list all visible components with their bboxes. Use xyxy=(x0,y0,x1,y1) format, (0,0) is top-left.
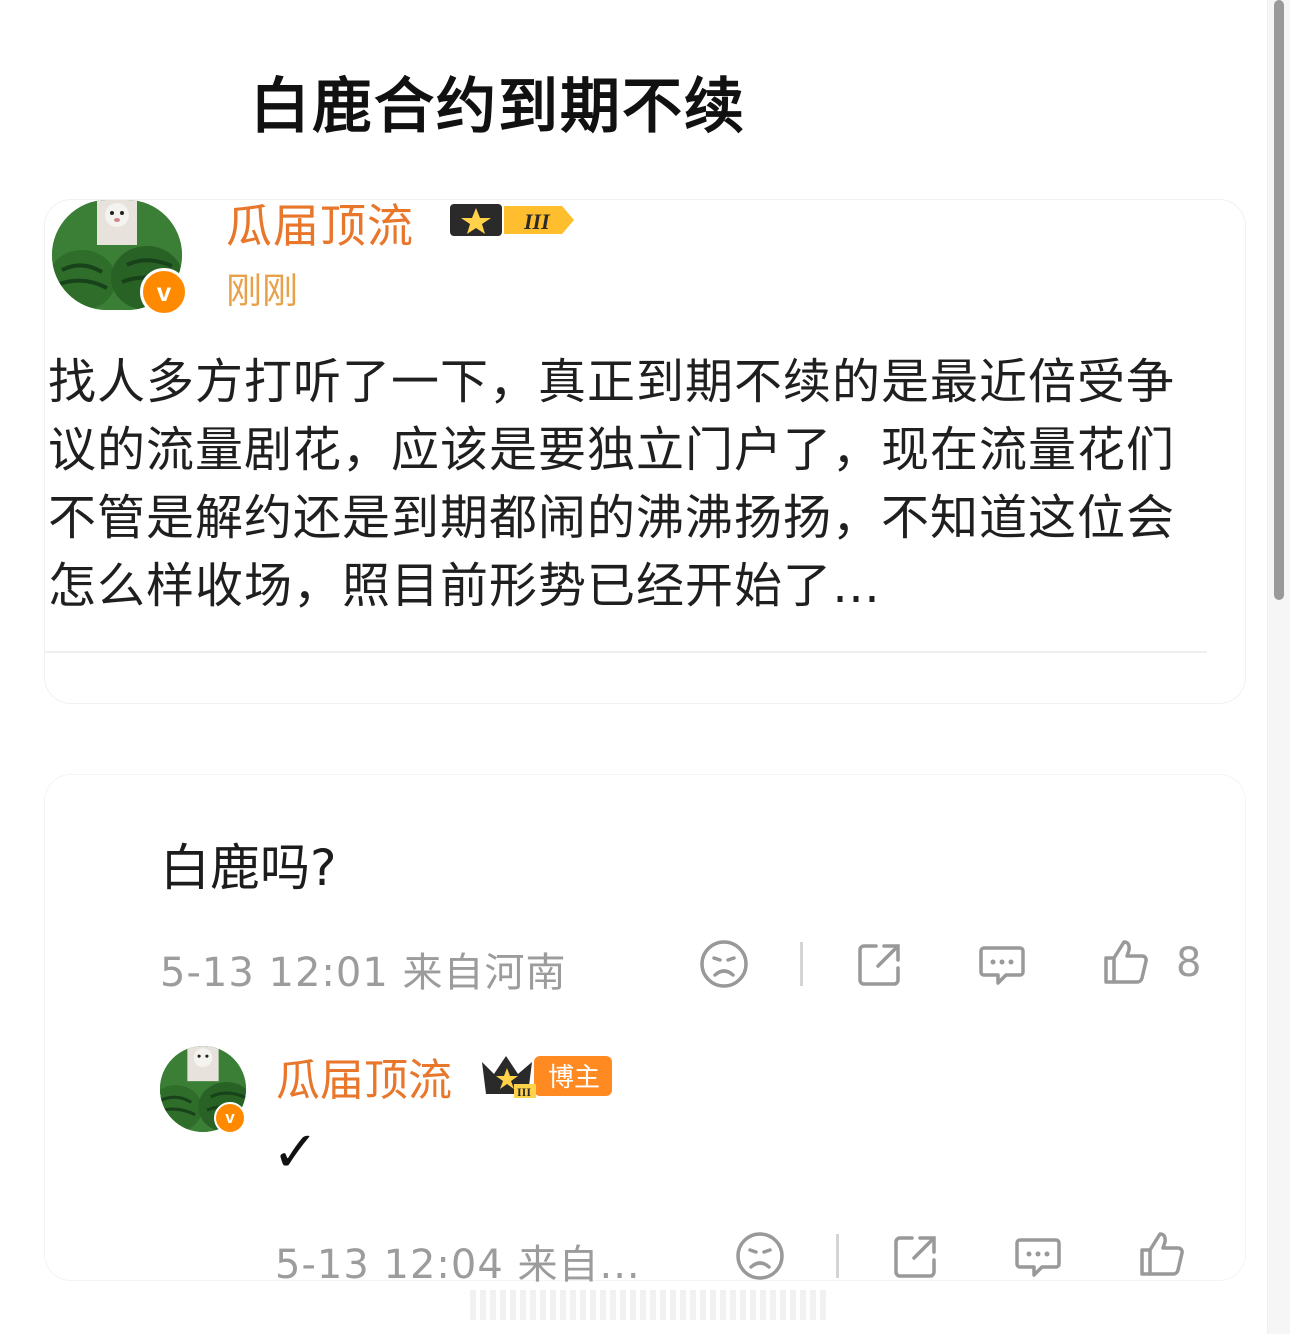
level-text: III xyxy=(523,209,551,234)
share-icon[interactable] xyxy=(890,1230,942,1282)
scrollbar-thumb[interactable] xyxy=(1274,0,1284,600)
blogger-badge-icon[interactable]: 博主 III xyxy=(478,1050,614,1100)
watermark-strip xyxy=(470,1290,830,1320)
blogger-badge-label: 博主 xyxy=(548,1063,600,1093)
level-badge-icon[interactable]: III xyxy=(450,200,580,240)
dislike-face-icon[interactable] xyxy=(734,1230,786,1282)
post-divider xyxy=(45,651,1207,653)
thumbs-up-icon[interactable] xyxy=(1136,1228,1188,1280)
comment-meta: 5-13 12:01 来自河南 xyxy=(160,950,567,996)
comment-icon[interactable] xyxy=(976,938,1028,990)
action-separator xyxy=(800,942,803,986)
verified-badge-icon: v xyxy=(214,1102,246,1134)
like-count: 8 xyxy=(1176,940,1202,986)
dislike-face-icon[interactable] xyxy=(698,938,750,990)
comment-text: 白鹿吗? xyxy=(160,839,337,897)
share-icon[interactable] xyxy=(854,938,906,990)
post-time: 刚刚 xyxy=(226,271,299,312)
reply-meta: 5-13 12:04 来自... xyxy=(275,1242,641,1288)
thumbs-up-icon[interactable] xyxy=(1100,936,1152,988)
scrollbar[interactable] xyxy=(1267,0,1290,1334)
headline: 白鹿合约到期不续 xyxy=(250,72,746,142)
post-author-name[interactable]: 瓜届顶流 xyxy=(226,190,414,256)
verified-badge-icon: v xyxy=(140,268,188,316)
action-separator xyxy=(836,1234,839,1278)
comment-icon[interactable] xyxy=(1012,1230,1064,1282)
reply-author-name[interactable]: 瓜届顶流 xyxy=(276,1044,452,1108)
reply-text: ✓ xyxy=(272,1120,319,1185)
reply-level-text: III xyxy=(517,1085,531,1099)
post-body-text: 找人多方打听了一下，真正到期不续的是最近倍受争议的流量剧花，应该是要独立门户了，… xyxy=(48,354,1176,614)
